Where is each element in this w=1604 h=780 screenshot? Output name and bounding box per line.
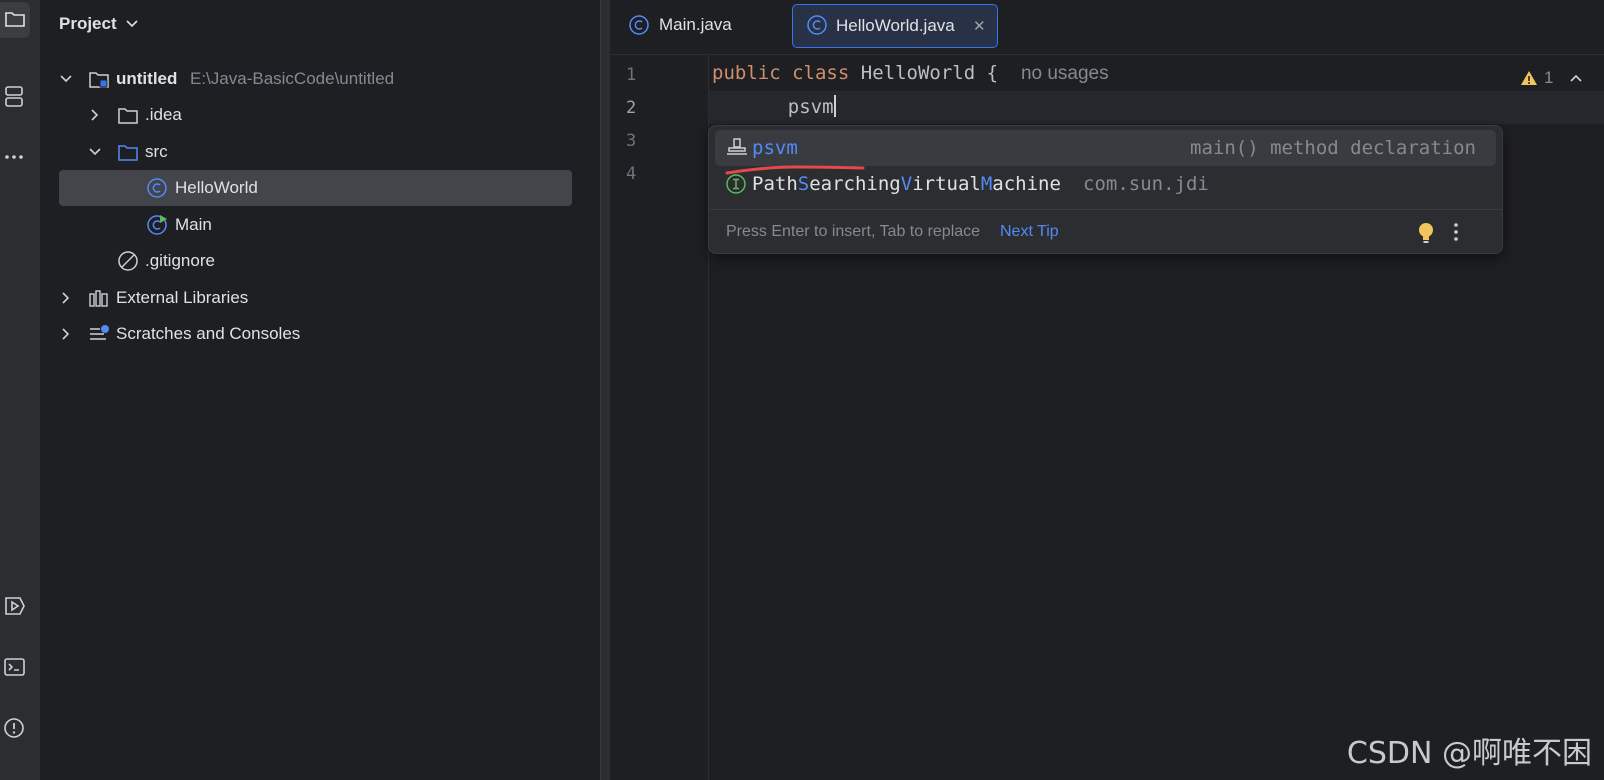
tree-item-external-libraries[interactable]: External Libraries (40, 280, 600, 316)
tree-item-scratches[interactable]: Scratches and Consoles (40, 316, 600, 352)
runnable-class-icon (146, 214, 168, 236)
interface-icon (725, 173, 747, 200)
watermark: CSDN @啊唯不困 (1346, 736, 1592, 771)
match-part: Path (752, 173, 798, 195)
usages-hint[interactable]: no usages (1021, 63, 1109, 84)
tree-item-idea[interactable]: .idea (40, 97, 600, 133)
problems-icon (4, 718, 24, 738)
chevron-right-icon[interactable] (58, 290, 74, 306)
match-highlight: S (797, 173, 810, 195)
tree-item-label: .idea (145, 105, 182, 124)
live-template-icon (725, 137, 749, 164)
class-icon (146, 177, 168, 199)
tree-item-label: .gitignore (145, 251, 215, 270)
tree-item-src[interactable]: src (40, 134, 600, 170)
match-highlight: V (900, 173, 913, 195)
project-tool-button[interactable] (0, 2, 30, 38)
completion-item-psvm[interactable]: psvm main() method declaration (715, 130, 1496, 166)
line-number: 1 (626, 65, 637, 85)
tree-item-label: External Libraries (116, 288, 249, 307)
line-number: 2 (626, 98, 637, 118)
project-title: Project (59, 14, 117, 33)
ignored-file-icon (117, 250, 139, 272)
next-tip-link[interactable]: Next Tip (1000, 223, 1059, 241)
tab-label: Main.java (659, 15, 732, 34)
line-number: 4 (626, 164, 637, 184)
tool-window-strip (0, 0, 41, 780)
lightbulb-icon[interactable] (1417, 221, 1435, 250)
chevron-down-icon[interactable] (87, 144, 103, 160)
match-part: irtual (912, 173, 981, 195)
structure-tool-button[interactable] (0, 82, 30, 112)
line-gutter: 1 2 3 4 (610, 55, 709, 780)
warning-count: 1 (1544, 68, 1554, 87)
match-part: achine (992, 173, 1061, 195)
tree-item-helloworld[interactable]: HelloWorld (40, 170, 600, 206)
typed-text: psvm (787, 96, 834, 118)
completion-label: psvm (752, 137, 798, 159)
more-vertical-icon[interactable] (1452, 221, 1460, 248)
source-folder-icon (117, 141, 139, 163)
tab-label: HelloWorld.java (836, 16, 955, 35)
project-header[interactable]: Project (59, 14, 139, 34)
editor-tabs: Main.java HelloWorld.java ✕ (610, 0, 1604, 55)
terminal-tool-button[interactable] (0, 652, 30, 682)
class-name: HelloWorld (860, 62, 976, 84)
keyword: class (792, 62, 850, 84)
tree-item-gitignore[interactable]: .gitignore (40, 243, 600, 279)
code-line-2: psvm (742, 95, 836, 118)
tree-item-untitled[interactable]: untitled E:\Java-BasicCode\untitled (40, 61, 600, 97)
chevron-up-icon[interactable] (1569, 73, 1583, 83)
completion-detail: com.sun.jdi (1083, 173, 1209, 195)
brace: { (986, 62, 999, 84)
tree-item-label: Scratches and Consoles (116, 324, 301, 343)
close-icon[interactable]: ✕ (973, 17, 986, 35)
run-icon (5, 597, 25, 615)
completion-detail: main() method declaration (1190, 137, 1476, 159)
more-tools-button[interactable] (0, 142, 30, 172)
line-number: 3 (626, 131, 637, 151)
chevron-down-icon[interactable] (58, 71, 74, 87)
keyword: public (712, 62, 781, 84)
project-panel: Project untitled E:\Java-BasicCode\untit… (40, 0, 600, 780)
tab-helloworld-java[interactable]: HelloWorld.java ✕ (792, 4, 998, 48)
tree-item-label: HelloWorld (175, 178, 258, 197)
text-caret (833, 95, 836, 117)
class-icon (806, 14, 828, 41)
match-highlight: M (980, 173, 993, 195)
terminal-icon (4, 658, 25, 676)
class-icon (628, 14, 650, 41)
tree-item-main[interactable]: Main (40, 207, 600, 243)
completion-popup: psvm main() method declaration PathSearc… (708, 125, 1503, 254)
tree-item-label: Main (175, 215, 212, 234)
folder-icon (117, 104, 139, 126)
match-part: earching (809, 173, 901, 195)
folder-icon (5, 12, 25, 27)
chevron-down-icon (126, 20, 138, 28)
chevron-right-icon[interactable] (87, 107, 103, 123)
run-tool-button[interactable] (0, 591, 30, 621)
footer-text: Press Enter to insert, Tab to replace (726, 223, 981, 240)
warning-icon (1521, 71, 1537, 85)
chevron-right-icon[interactable] (58, 326, 74, 342)
more-icon (5, 155, 23, 159)
tree-item-label: untitled (116, 69, 178, 88)
annotation-underline (725, 165, 865, 175)
problems-tool-button[interactable] (0, 713, 30, 743)
current-line-highlight (709, 91, 1604, 124)
project-path: E:\Java-BasicCode\untitled (190, 69, 395, 88)
tree-item-label: src (145, 142, 168, 161)
completion-label: PathSearchingVirtualMachine (752, 173, 1061, 195)
code-line-1: public class HelloWorld { no usages (712, 62, 1109, 85)
library-icon (88, 287, 110, 309)
completion-footer: Press Enter to insert, Tab to replace Ne… (709, 209, 1502, 254)
tab-main-java[interactable]: Main.java (618, 4, 763, 46)
inspections-widget[interactable]: 1 (1520, 62, 1600, 94)
module-folder-icon (88, 68, 110, 90)
scratches-icon (88, 323, 110, 345)
structure-icon (5, 86, 23, 107)
